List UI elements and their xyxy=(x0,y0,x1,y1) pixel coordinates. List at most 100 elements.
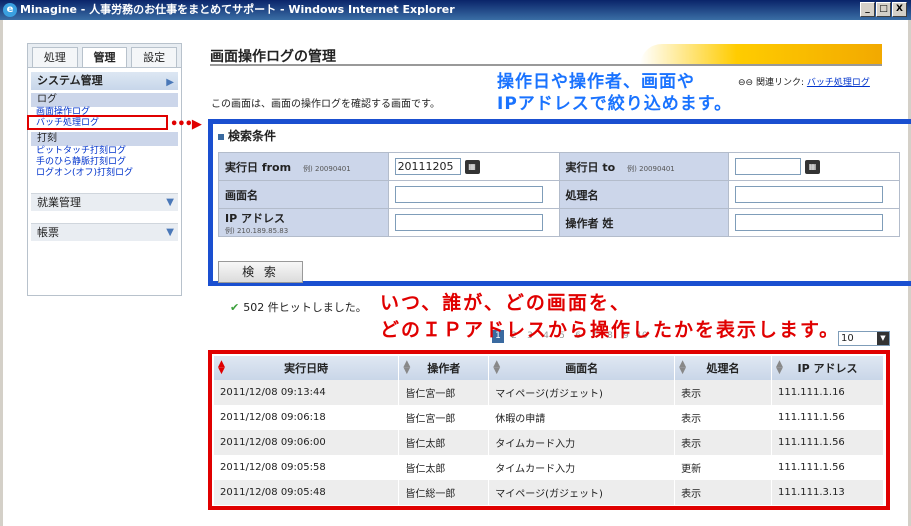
ip-address-label-text: IP アドレス xyxy=(225,211,285,225)
hit-count-text: 502 件ヒットしました。 xyxy=(243,301,367,314)
cell-datetime: 2011/12/08 09:13:44 xyxy=(214,380,400,405)
cell-operator: 皆仁太郎 xyxy=(398,455,490,480)
highlight-box-sidebar xyxy=(27,115,168,130)
sort-icon[interactable]: ▲ ▼ xyxy=(403,360,410,376)
ip-address-label: IP アドレス 例) 210.189.85.83 xyxy=(218,208,389,237)
page-description: この画面は、画面の操作ログを確認する画面です。 xyxy=(211,99,440,110)
sidebar-item-palm-log[interactable]: 手のひら静脈打刻ログ xyxy=(36,157,181,168)
search-button[interactable]: 検 索 xyxy=(218,261,303,283)
ie-icon: e xyxy=(3,3,17,17)
column-header-datetime[interactable]: ▲ ▼ 実行日時 xyxy=(214,356,400,380)
ip-address-example: 例) 210.189.85.83 xyxy=(225,226,289,235)
annotation-filter-line1: 操作日や操作者、画面や xyxy=(497,72,695,92)
sidebar-ledger-heading[interactable]: 帳票 ▼ xyxy=(31,223,178,241)
screen-name-label: 画面名 xyxy=(218,180,389,209)
tab-manage[interactable]: 管理 xyxy=(81,47,128,67)
ip-address-input[interactable] xyxy=(394,214,543,231)
window-title: Minagine - 人事労務のお仕事をまとめてサポート - Windows I… xyxy=(20,3,455,16)
hit-count: ✔ 502 件ヒットしました。 xyxy=(230,299,367,315)
operator-label: 操作者 姓 xyxy=(558,208,730,237)
sort-desc-icon[interactable]: ▲ ▼ xyxy=(218,360,225,376)
maximize-button[interactable]: □ xyxy=(876,2,891,17)
cell-screen: タイムカード入力 xyxy=(488,430,676,455)
cell-screen: タイムカード入力 xyxy=(488,455,676,480)
cell-process: 表示 xyxy=(674,430,772,455)
column-header-process[interactable]: ▲ ▼ 処理名 xyxy=(674,356,772,380)
cell-datetime: 2011/12/08 09:06:00 xyxy=(214,430,400,455)
date-to-input[interactable] xyxy=(735,158,802,175)
tab-process[interactable]: 処理 xyxy=(32,47,78,67)
cell-screen: マイページ(ガジェット) xyxy=(488,380,676,405)
per-page-select[interactable]: 10 ▼ xyxy=(838,331,890,346)
table-row: 2011/12/08 09:05:58 皆仁太郎 タイムカード入力 更新 111… xyxy=(214,455,884,480)
date-from-label-text: 実行日 from xyxy=(225,160,292,174)
column-header-process-text: 処理名 xyxy=(706,362,740,375)
cell-process: 表示 xyxy=(674,380,772,405)
column-header-ip-text: IP アドレス xyxy=(797,362,858,375)
date-from-example: 例) 20090401 xyxy=(303,164,351,173)
cell-ip: 111.111.3.13 xyxy=(771,480,884,505)
header-swoosh xyxy=(640,44,882,66)
window-titlebar: e Minagine - 人事労務のお仕事をまとめてサポート - Windows… xyxy=(0,0,911,20)
dotted-arrow-icon: •••▶ xyxy=(170,117,202,132)
process-name-label: 処理名 xyxy=(558,180,730,209)
process-name-input[interactable] xyxy=(735,186,884,203)
screen-name-input[interactable] xyxy=(394,186,543,203)
calendar-icon[interactable]: ▦ xyxy=(464,159,480,174)
chevron-right-icon: ▶ xyxy=(166,77,174,88)
calendar-icon[interactable]: ▦ xyxy=(805,159,821,174)
sort-icon[interactable]: ▲ ▼ xyxy=(493,360,500,376)
cell-datetime: 2011/12/08 09:05:48 xyxy=(214,480,400,505)
close-button[interactable]: X xyxy=(892,2,907,17)
page-title: 画面操作ログの管理 xyxy=(210,49,336,65)
column-header-screen-text: 画面名 xyxy=(565,362,599,375)
results-panel: ▲ ▼ 実行日時 ▲ ▼ 操作者 ▲ ▼ 画面名 ▲ ▼ 処理名 ▲ ▼ IP アドレス 2011/… xyxy=(208,350,890,510)
search-conditions-title-text: 検索条件 xyxy=(228,129,277,143)
sort-icon[interactable]: ▲ ▼ xyxy=(776,360,783,376)
sidebar-system-label: システム管理 xyxy=(37,74,103,87)
sort-icon[interactable]: ▲ ▼ xyxy=(679,360,686,376)
annotation-results-line2: どのＩＰアドレスから操作したかを表示します。 xyxy=(380,319,841,341)
column-header-operator[interactable]: ▲ ▼ 操作者 xyxy=(398,356,490,380)
annotation-filter: 操作日や操作者、画面や IPアドレスで絞り込めます。 xyxy=(497,71,732,115)
sidebar-system-heading[interactable]: システム管理 ▶ xyxy=(31,72,178,90)
search-conditions-panel: 検索条件 実行日 from 例) 20090401 20111205 ▦ 実行日 t… xyxy=(208,119,911,286)
sidebar-work-heading[interactable]: 就業管理 ▼ xyxy=(31,193,178,211)
cell-operator: 皆仁太郎 xyxy=(398,430,490,455)
table-row: 2011/12/08 09:05:48 皆仁総一郎 マイページ(ガジェット) 表… xyxy=(214,480,884,505)
sidebar-item-pittouch-log[interactable]: ピットタッチ打刻ログ xyxy=(36,146,181,157)
related-link-batch-log[interactable]: バッチ処理ログ xyxy=(807,78,870,88)
tab-settings[interactable]: 設定 xyxy=(131,47,178,67)
sidebar: 処理 管理 設定 システム管理 ▶ ログ 画面操作ログ バッチ処理ログ 打刻 ピ… xyxy=(27,43,182,296)
cell-screen: マイページ(ガジェット) xyxy=(488,480,676,505)
date-from-label: 実行日 from 例) 20090401 xyxy=(218,152,389,181)
cell-operator: 皆仁宮一郎 xyxy=(398,380,490,405)
annotation-filter-line2: IPアドレスで絞り込めます。 xyxy=(497,94,733,114)
cell-datetime: 2011/12/08 09:06:18 xyxy=(214,405,400,430)
cell-process: 表示 xyxy=(674,405,772,430)
chevron-down-icon: ▼ xyxy=(166,227,174,238)
cell-process: 更新 xyxy=(674,455,772,480)
minimize-button[interactable]: _ xyxy=(860,2,875,17)
column-header-ip[interactable]: ▲ ▼ IP アドレス xyxy=(771,356,884,380)
checkmark-icon: ✔ xyxy=(230,301,240,314)
cell-ip: 111.111.1.56 xyxy=(771,405,884,430)
column-header-datetime-text: 実行日時 xyxy=(284,362,329,375)
sidebar-section-punch: 打刻 xyxy=(31,132,178,146)
chevron-down-icon: ▼ xyxy=(877,332,889,345)
square-bullet-icon xyxy=(218,133,224,140)
per-page-value: 10 xyxy=(841,333,854,344)
date-to-label-text: 実行日 to xyxy=(565,160,616,174)
operator-input[interactable] xyxy=(735,214,884,231)
cell-ip: 111.111.1.16 xyxy=(771,380,884,405)
date-from-input[interactable]: 20111205 xyxy=(394,158,461,175)
column-header-screen[interactable]: ▲ ▼ 画面名 xyxy=(488,356,676,380)
column-header-operator-text: 操作者 xyxy=(427,362,461,375)
sidebar-item-logon-log[interactable]: ログオン(オフ)打刻ログ xyxy=(36,168,181,179)
annotation-results-line1: いつ、誰が、どの画面を、 xyxy=(380,292,631,314)
results-table: ▲ ▼ 実行日時 ▲ ▼ 操作者 ▲ ▼ 画面名 ▲ ▼ 処理名 ▲ ▼ IP アドレス 2011/… xyxy=(214,356,884,505)
date-to-example: 例) 20090401 xyxy=(627,164,675,173)
sidebar-work-label: 就業管理 xyxy=(37,196,81,209)
cell-process: 表示 xyxy=(674,480,772,505)
chevron-down-icon: ▼ xyxy=(166,197,174,208)
